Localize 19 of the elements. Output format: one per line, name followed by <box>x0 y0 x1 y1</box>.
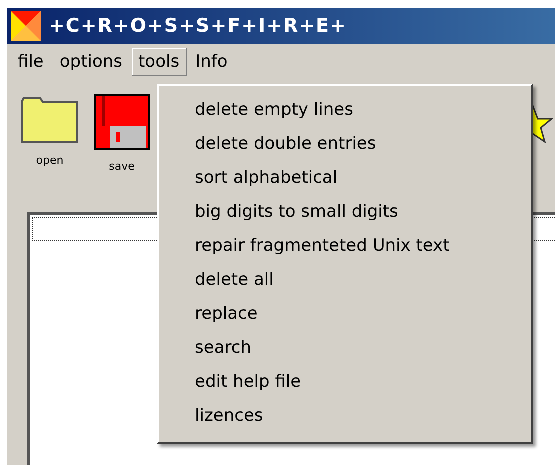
menu-option[interactable]: big digits to small digits <box>195 195 531 229</box>
menu-option[interactable]: edit help file <box>195 365 531 399</box>
app-icon <box>11 11 41 41</box>
menu-item[interactable]: file <box>11 48 51 76</box>
window-title: +C+R+O+S+S+F+I+R+E+ <box>49 15 347 37</box>
menu-option[interactable]: replace <box>195 297 531 331</box>
menu-option[interactable]: search <box>195 331 531 365</box>
toolbar-label: save <box>109 160 135 173</box>
menu-option[interactable]: lizences <box>195 399 531 433</box>
menu-option[interactable]: delete all <box>195 263 531 297</box>
menu-item[interactable]: options <box>52 48 130 76</box>
menu-option[interactable]: delete double entries <box>195 127 531 161</box>
menu-item[interactable]: tools <box>132 48 187 76</box>
menu-option[interactable]: sort alphabetical <box>195 161 531 195</box>
menu-item[interactable]: Info <box>188 48 235 76</box>
menu-option[interactable]: repair fragmenteted Unix text <box>195 229 531 263</box>
folder-icon[interactable] <box>20 94 80 144</box>
toolbar-label: open <box>36 154 64 167</box>
menu-option[interactable]: delete empty lines <box>195 93 531 127</box>
